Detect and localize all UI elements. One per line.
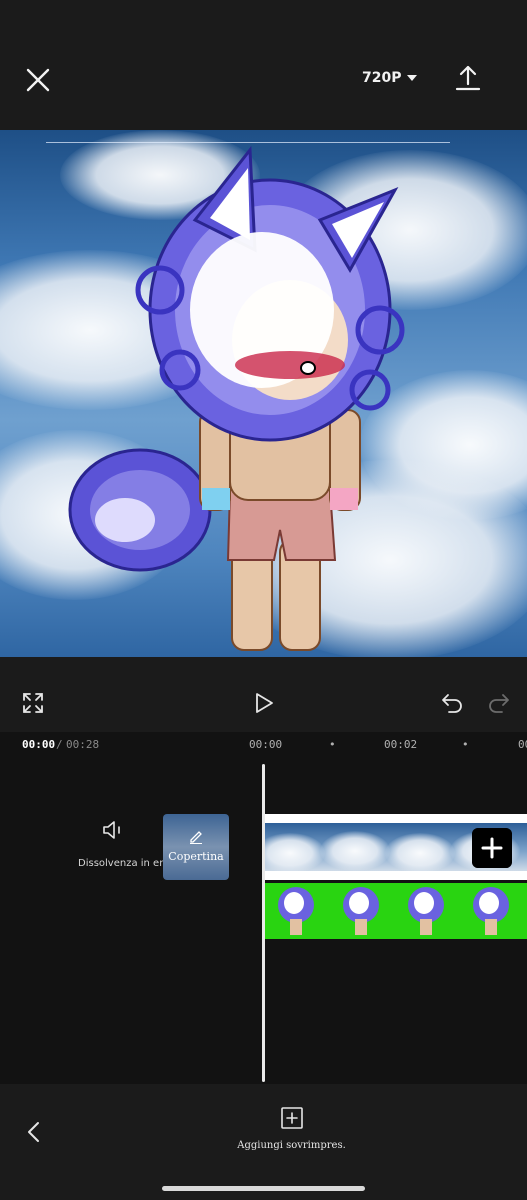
top-bar: 720P <box>0 0 527 130</box>
ruler-dot: • <box>329 738 336 751</box>
plus-icon[interactable] <box>472 828 512 868</box>
time-separator: / <box>56 738 63 751</box>
ruler-mark: 00:02 <box>384 738 418 751</box>
caret-down-icon <box>407 75 418 81</box>
upload-icon[interactable] <box>455 64 481 92</box>
close-icon[interactable] <box>22 64 54 96</box>
home-indicator <box>162 1186 365 1191</box>
bottom-toolbar: Aggiungi sovrimpres. <box>0 1084 527 1200</box>
character-figure[interactable] <box>50 140 420 657</box>
clip-thumbnail <box>343 887 379 935</box>
undo-icon[interactable] <box>441 693 463 713</box>
overlay-clip[interactable] <box>265 883 527 939</box>
speaker-off-icon[interactable] <box>102 820 124 840</box>
fullscreen-icon[interactable] <box>22 692 44 714</box>
time-row: 00:00 / 00:28 00:00 • 00:02 • 00 <box>0 732 527 758</box>
cover-button[interactable]: Copertina <box>163 814 229 880</box>
timeline[interactable]: Dissolvenza in entrata Copertina <box>0 758 527 1084</box>
ruler-mark: 00 <box>518 738 527 751</box>
resolution-label: 720P <box>362 70 402 86</box>
clip-thumbnail <box>408 887 444 935</box>
cover-label: Copertina <box>168 850 224 863</box>
add-overlay-label[interactable]: Aggiungi sovrimpres. <box>0 1140 527 1151</box>
pencil-icon <box>190 831 202 844</box>
clip-thumbnail <box>473 887 509 935</box>
redo-icon[interactable] <box>488 693 510 713</box>
ruler-dot: • <box>462 738 469 751</box>
play-icon[interactable] <box>254 692 274 714</box>
resolution-selector[interactable]: 720P <box>362 70 418 86</box>
ruler-mark: 00:00 <box>249 738 283 751</box>
clip-thumbnail <box>278 887 314 935</box>
current-time: 00:00 <box>22 738 56 751</box>
total-time: 00:28 <box>66 738 100 751</box>
video-preview[interactable] <box>0 130 527 657</box>
playback-controls <box>0 657 527 732</box>
add-overlay-icon[interactable] <box>280 1106 304 1130</box>
